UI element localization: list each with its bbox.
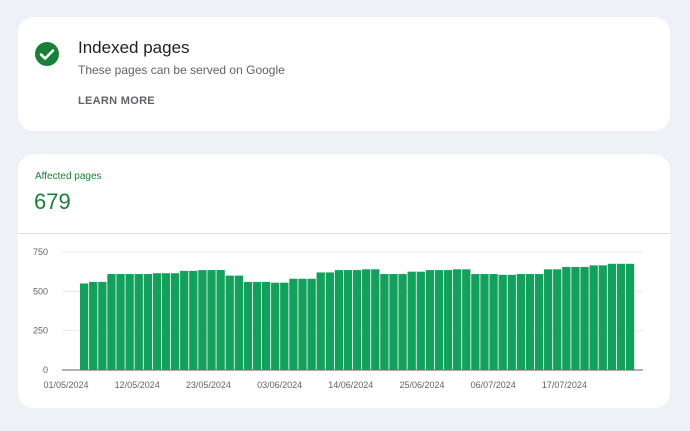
- affected-pages-card: Affected pages 679 0 250 500 750 01/05/2024 1…: [18, 154, 670, 408]
- chart-bar[interactable]: [389, 274, 398, 370]
- chart-bar[interactable]: [362, 269, 371, 370]
- chart-bar[interactable]: [225, 275, 234, 370]
- learn-more-link[interactable]: LEARN MORE: [78, 95, 155, 107]
- chart-bar[interactable]: [598, 265, 607, 370]
- chart-bar[interactable]: [516, 274, 526, 370]
- chart-bar[interactable]: [152, 273, 162, 370]
- chart-bar[interactable]: [89, 281, 98, 370]
- chart-bar[interactable]: [352, 270, 362, 370]
- indexed-pages-card: Indexed pages These pages can be served …: [18, 17, 670, 131]
- chart-bar[interactable]: [280, 282, 289, 370]
- chart-bar[interactable]: [116, 274, 125, 370]
- chart-bar[interactable]: [252, 281, 262, 370]
- chart-bar[interactable]: [170, 273, 180, 370]
- x-tick-label: 03/06/2024: [257, 380, 302, 390]
- x-tick-label: 25/06/2024: [399, 380, 444, 390]
- chart-bar[interactable]: [316, 272, 325, 370]
- chart-bar[interactable]: [453, 269, 462, 370]
- chart-bar[interactable]: [616, 263, 626, 370]
- chart-bar[interactable]: [161, 273, 171, 370]
- chart-bar[interactable]: [107, 274, 116, 370]
- card-title: Indexed pages: [78, 38, 190, 57]
- chart-bar[interactable]: [607, 263, 616, 370]
- chart-bar[interactable]: [271, 282, 280, 370]
- chart-bar[interactable]: [462, 269, 471, 370]
- chart-bar[interactable]: [207, 270, 216, 370]
- chart-bar[interactable]: [307, 278, 316, 370]
- chart-bar[interactable]: [398, 274, 407, 370]
- chart-bar[interactable]: [434, 270, 444, 370]
- chart-bar[interactable]: [480, 274, 489, 370]
- y-tick-label: 750: [33, 247, 48, 257]
- chart-bar[interactable]: [589, 265, 598, 370]
- chart-bar[interactable]: [544, 269, 553, 370]
- chart-bar[interactable]: [471, 274, 480, 370]
- chart-bar[interactable]: [216, 270, 225, 370]
- chart-bar[interactable]: [98, 281, 107, 370]
- chart-bar[interactable]: [553, 269, 562, 370]
- chart-bar[interactable]: [334, 270, 344, 370]
- chart-bar[interactable]: [571, 266, 580, 370]
- chart-bar[interactable]: [416, 271, 425, 370]
- chart-bar[interactable]: [298, 278, 307, 370]
- chart-bar[interactable]: [180, 270, 189, 370]
- chart-bar[interactable]: [143, 274, 152, 370]
- chart-bar[interactable]: [261, 281, 271, 370]
- affected-pages-chart: 0 250 500 750 01/05/2024 12/05/2024 23/05/2024…: [33, 247, 643, 390]
- chart-bar[interactable]: [625, 263, 635, 370]
- chart-bar[interactable]: [525, 274, 535, 370]
- x-tick-label: 17/07/2024: [542, 380, 587, 390]
- metric-value: 679: [34, 189, 71, 214]
- y-tick-label: 500: [33, 286, 48, 296]
- metric-label: Affected pages: [35, 171, 102, 182]
- chart-bar[interactable]: [443, 270, 453, 370]
- chart-bar[interactable]: [425, 270, 435, 370]
- chart-bar[interactable]: [562, 266, 571, 370]
- y-tick-label: 250: [33, 326, 48, 336]
- chart-bar[interactable]: [507, 274, 516, 370]
- check-circle-icon: [35, 42, 59, 66]
- chart-bar[interactable]: [498, 274, 507, 370]
- chart-bar[interactable]: [489, 274, 498, 370]
- x-tick-label: 06/07/2024: [471, 380, 516, 390]
- y-tick-label: 0: [43, 365, 48, 375]
- x-tick-label: 23/05/2024: [186, 380, 231, 390]
- x-tick-label: 01/05/2024: [43, 380, 88, 390]
- chart-bar[interactable]: [380, 274, 389, 370]
- chart-bar[interactable]: [580, 266, 589, 370]
- x-tick-label: 14/06/2024: [328, 380, 373, 390]
- chart-bar[interactable]: [134, 274, 143, 370]
- chart-bar[interactable]: [243, 281, 253, 370]
- chart-bar[interactable]: [289, 278, 298, 370]
- chart-bar[interactable]: [407, 271, 416, 370]
- chart-bar[interactable]: [343, 270, 353, 370]
- chart-bar[interactable]: [325, 272, 334, 370]
- chart-bar[interactable]: [234, 275, 243, 370]
- chart-bar[interactable]: [371, 269, 380, 370]
- chart-bar[interactable]: [198, 270, 207, 370]
- chart-bar[interactable]: [125, 274, 134, 370]
- card-subtitle: These pages can be served on Google: [78, 63, 285, 77]
- x-tick-label: 12/05/2024: [115, 380, 160, 390]
- chart-bar[interactable]: [189, 270, 198, 370]
- chart-bar[interactable]: [80, 283, 89, 370]
- chart-bar[interactable]: [534, 274, 544, 370]
